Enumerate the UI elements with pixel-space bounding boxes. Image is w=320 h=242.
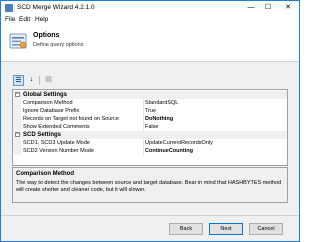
- property-value[interactable]: UpdateCurrentRecordsOnly: [145, 139, 213, 147]
- menu-help[interactable]: Help: [35, 16, 48, 23]
- window-title: SCD Merge Wizard 4.2.1.0: [17, 4, 95, 11]
- column-divider: [143, 139, 144, 147]
- property-name: Comparison Method: [23, 100, 73, 106]
- collapse-icon[interactable]: −: [15, 132, 20, 137]
- minimize-button[interactable]: —: [243, 1, 259, 15]
- footer-divider: [1, 215, 299, 216]
- alphabetical-sort-icon[interactable]: ↓: [26, 75, 37, 86]
- category-global-settings[interactable]: − Global Settings: [13, 91, 287, 99]
- toolbar-separator: [39, 76, 40, 85]
- property-row-ignore-database-prefix[interactable]: Ignore Database Prefix True: [13, 107, 287, 115]
- column-divider: [143, 99, 144, 107]
- row-gutter: [13, 123, 21, 131]
- property-row-scd1-scd3-update-mode[interactable]: SCD1, SCD3 Update Mode UpdateCurrentReco…: [13, 139, 287, 147]
- property-row-records-not-found[interactable]: Records on Target not found on Source Do…: [13, 115, 287, 123]
- next-button[interactable]: Next: [209, 223, 243, 235]
- back-button[interactable]: Back: [169, 223, 203, 235]
- menu-file[interactable]: File: [5, 16, 15, 23]
- column-divider: [143, 107, 144, 115]
- page-title: Options: [33, 32, 60, 39]
- app-icon: [5, 4, 13, 12]
- property-pages-icon[interactable]: ▤: [43, 75, 54, 86]
- grid-toolbar: ☰ ↓ ▤: [11, 75, 71, 87]
- description-title: Comparison Method: [16, 171, 74, 177]
- property-name: SCD2 Version Number Mode: [23, 148, 94, 154]
- property-row-comparison-method[interactable]: Comparison Method StandardSQL: [13, 99, 287, 107]
- column-divider: [143, 123, 144, 131]
- page-subtitle: Define query options: [33, 42, 84, 48]
- wizard-header: Options Define query options: [1, 25, 299, 62]
- row-gutter: [13, 107, 21, 115]
- property-value[interactable]: StandardSQL: [145, 99, 178, 107]
- wizard-window: SCD Merge Wizard 4.2.1.0 — ☐ ✕ File Edit…: [0, 0, 300, 242]
- property-value[interactable]: True: [145, 107, 156, 115]
- maximize-button[interactable]: ☐: [260, 1, 276, 15]
- property-row-scd2-version-number-mode[interactable]: SCD2 Version Number Mode ContinueCountin…: [13, 147, 287, 155]
- options-icon: [9, 33, 27, 49]
- cancel-button[interactable]: Cancel: [249, 223, 283, 235]
- title-bar: SCD Merge Wizard 4.2.1.0 — ☐ ✕: [1, 1, 299, 15]
- category-label: Global Settings: [23, 92, 68, 98]
- property-value[interactable]: False: [145, 123, 158, 131]
- categorized-view-icon[interactable]: ☰: [13, 75, 24, 86]
- property-value[interactable]: DoNothing: [145, 115, 173, 123]
- column-divider: [143, 147, 144, 155]
- description-text: The way to detect the changes between so…: [16, 180, 282, 193]
- row-gutter: [13, 115, 21, 123]
- row-gutter: [13, 139, 21, 147]
- menu-bar: File Edit Help: [1, 15, 299, 25]
- close-button[interactable]: ✕: [277, 1, 299, 15]
- property-value[interactable]: ContinueCounting: [145, 147, 193, 155]
- property-name: Show Extended Comments: [23, 124, 90, 130]
- category-scd-settings[interactable]: − SCD Settings: [13, 131, 287, 139]
- menu-edit[interactable]: Edit: [19, 16, 30, 23]
- collapse-icon[interactable]: −: [15, 92, 20, 97]
- category-label: SCD Settings: [23, 132, 62, 138]
- property-name: Records on Target not found on Source: [23, 116, 119, 122]
- row-gutter: [13, 99, 21, 107]
- property-name: SCD1, SCD3 Update Mode: [23, 140, 90, 146]
- property-grid[interactable]: − Global Settings Comparison Method Stan…: [12, 89, 288, 166]
- property-name: Ignore Database Prefix: [23, 108, 80, 114]
- property-row-show-extended-comments[interactable]: Show Extended Comments False: [13, 123, 287, 131]
- description-panel: Comparison Method The way to detect the …: [12, 167, 288, 203]
- column-divider: [143, 115, 144, 123]
- row-gutter: [13, 147, 21, 155]
